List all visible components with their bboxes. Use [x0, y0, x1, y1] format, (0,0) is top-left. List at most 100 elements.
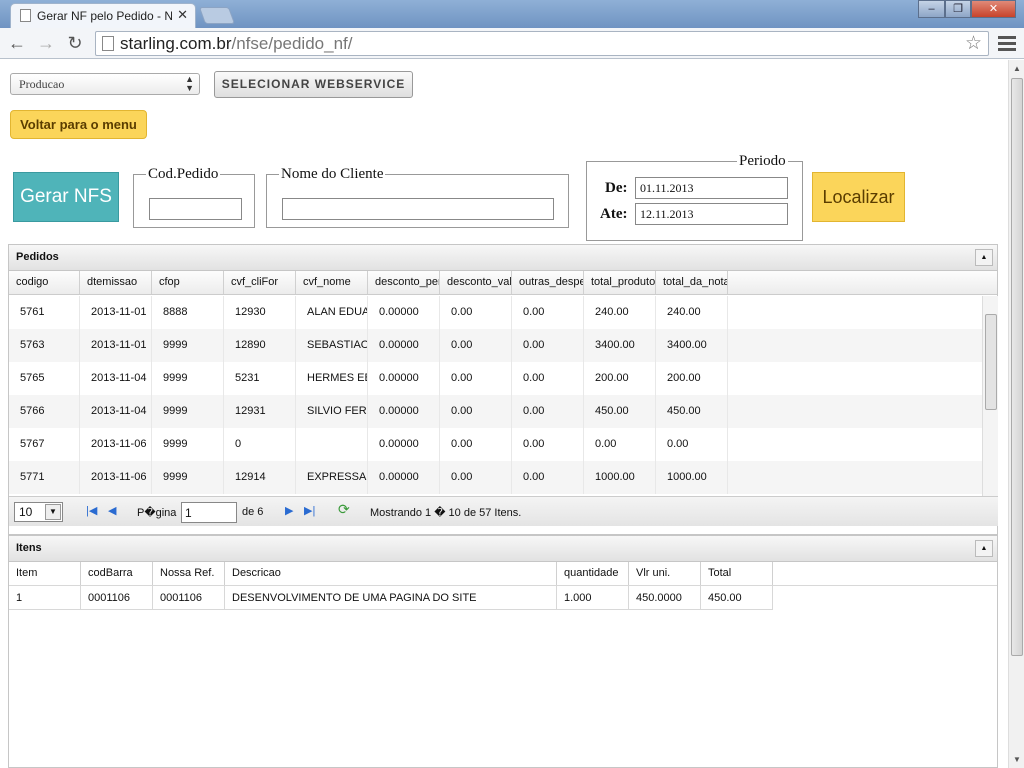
column-header-5[interactable]: desconto_per [368, 271, 440, 294]
table-row[interactable]: 5765 2013-11-04 9999 5231 HERMES EB 0.00000 0.… [9, 362, 982, 395]
table-cell [296, 428, 368, 461]
maximize-button[interactable]: ❐ [945, 0, 971, 18]
table-cell: 0001106 [81, 586, 153, 610]
pedidos-scrollbar[interactable] [982, 296, 998, 496]
de-date-input[interactable]: 01.11.2013 [635, 177, 788, 199]
pedidos-grid: Pedidos ▲ codigo dtemissao cfop cvf_cliFor c… [8, 244, 998, 535]
address-bar[interactable]: starling.com.br/nfse/pedido_nf/ ☆ [95, 31, 989, 56]
select-webservice-button[interactable]: SELECIONAR WEBSERVICE [214, 71, 413, 98]
table-cell: 2013-11-06 [80, 461, 152, 494]
next-page-icon[interactable]: ▶ [285, 504, 293, 517]
scroll-up-icon[interactable]: ▲ [1013, 64, 1021, 73]
close-tab-icon[interactable]: ✕ [177, 7, 188, 23]
reload-icon[interactable]: ↻ [64, 32, 86, 54]
column-header-5[interactable]: Vlr uni. [629, 562, 701, 585]
table-cell: 200.00 [584, 362, 656, 395]
back-to-menu-button[interactable]: Voltar para o menu [10, 110, 147, 139]
back-arrow-icon[interactable]: ← [6, 32, 28, 54]
page-scroll-thumb[interactable] [1011, 78, 1023, 656]
column-header-0[interactable]: codigo [9, 271, 80, 294]
itens-rows: 1 0001106 0001106 DESENVOLVIMENTO DE UMA PA… [9, 586, 997, 610]
environment-select-value: Producao [19, 77, 65, 91]
table-cell: SILVIO FER [296, 395, 368, 428]
column-header-1[interactable]: dtemissao [80, 271, 152, 294]
last-page-icon[interactable]: ▶| [304, 504, 315, 517]
table-cell: 0.00000 [368, 461, 440, 494]
pedidos-title: Pedidos [16, 251, 59, 263]
bookmark-star-icon[interactable]: ☆ [965, 32, 982, 55]
column-header-3[interactable]: cvf_cliFor [224, 271, 296, 294]
environment-select[interactable]: Producao ▲ ▼ [10, 73, 200, 95]
table-cell: 5771 [9, 461, 80, 494]
page-scrollbar[interactable]: ▲ ▼ [1008, 60, 1024, 768]
forward-arrow-icon[interactable]: → [35, 32, 57, 54]
browser-tab[interactable]: Gerar NF pelo Pedido - Nc ✕ [10, 3, 196, 28]
new-tab-button[interactable] [198, 7, 236, 24]
minimize-button[interactable]: – [918, 0, 945, 18]
table-cell: 0.00 [512, 395, 584, 428]
table-row[interactable]: 5766 2013-11-04 9999 12931 SILVIO FER 0.00000… [9, 395, 982, 428]
column-header-2[interactable]: Nossa Ref. [153, 562, 225, 585]
gerar-nfs-button[interactable]: Gerar NFS [13, 172, 119, 222]
table-cell: 5231 [224, 362, 296, 395]
column-header-2[interactable]: cfop [152, 271, 224, 294]
nome-cliente-legend: Nome do Cliente [281, 166, 384, 182]
column-header-4[interactable]: cvf_nome [296, 271, 368, 294]
table-cell: 9999 [152, 329, 224, 362]
url-host: starling.com.br [120, 34, 232, 53]
table-cell: 0.00 [440, 362, 512, 395]
prev-page-icon[interactable]: ◀ [108, 504, 116, 517]
table-cell: 3400.00 [584, 329, 656, 362]
page-size-select[interactable]: 10 ▼ [14, 502, 63, 522]
table-cell: 5767 [9, 428, 80, 461]
tab-title: Gerar NF pelo Pedido - Nc [37, 9, 172, 23]
refresh-icon[interactable]: ⟳ [338, 501, 350, 518]
column-header-4[interactable]: quantidade [557, 562, 629, 585]
column-header-8[interactable]: total_produtos [584, 271, 656, 294]
table-cell: 0.00 [512, 461, 584, 494]
column-header-1[interactable]: codBarra [81, 562, 153, 585]
table-row[interactable]: 5771 2013-11-06 9999 12914 EXPRESSA (0.00000… [9, 461, 982, 494]
table-cell: 8888 [152, 296, 224, 329]
table-cell: 450.00 [656, 395, 728, 428]
table-row[interactable]: 5763 2013-11-01 9999 12890 SEBASTIAO 0.00000 0… [9, 329, 982, 362]
column-header-7[interactable]: outras_despe [512, 271, 584, 294]
table-cell: 0 [224, 428, 296, 461]
column-header-6[interactable]: desconto_val [440, 271, 512, 294]
column-header-9[interactable]: total_da_nota [656, 271, 728, 294]
first-page-icon[interactable]: |◀ [86, 504, 97, 517]
cod-pedido-legend: Cod.Pedido [148, 166, 219, 182]
table-cell: 450.00 [701, 586, 773, 610]
column-header-6[interactable]: Total [701, 562, 773, 585]
page-number-input[interactable]: 1 [181, 502, 237, 523]
table-row[interactable]: 5767 2013-11-06 9999 0 0.00000 0.00 0.00 0.00 0.… [9, 428, 982, 461]
table-cell: 0.00000 [368, 362, 440, 395]
page-count: de 6 [242, 506, 264, 518]
column-header-0[interactable]: Item [9, 562, 81, 585]
page-favicon-icon [20, 9, 31, 22]
itens-header: Itens ▲ [9, 536, 997, 562]
collapse-up-icon[interactable]: ▲ [975, 249, 993, 266]
table-cell: 9999 [152, 428, 224, 461]
column-header-3[interactable]: Descricao [225, 562, 557, 585]
itens-title: Itens [16, 542, 42, 554]
close-window-button[interactable]: ✕ [971, 0, 1016, 18]
localizar-button[interactable]: Localizar [812, 172, 905, 222]
itens-column-headers: Item codBarra Nossa Ref. Descricao quantidad… [9, 562, 997, 586]
nome-cliente-input[interactable] [282, 198, 554, 220]
table-cell: 9999 [152, 362, 224, 395]
ate-date-input[interactable]: 12.11.2013 [635, 203, 788, 225]
table-cell: 450.0000 [629, 586, 701, 610]
collapse-up-icon[interactable]: ▲ [975, 540, 993, 557]
pedidos-scroll-thumb[interactable] [985, 314, 997, 410]
table-cell: 12930 [224, 296, 296, 329]
table-cell: 3400.00 [656, 329, 728, 362]
table-cell: 1 [9, 586, 81, 610]
itens-grid: Itens ▲ Item codBarra Nossa Ref. Descricao q… [8, 535, 998, 768]
table-row[interactable]: 5761 2013-11-01 8888 12930 ALAN EDUA 0.00000 0… [9, 296, 982, 329]
table-row[interactable]: 1 0001106 0001106 DESENVOLVIMENTO DE UMA PA… [9, 586, 997, 610]
table-cell: 1000.00 [656, 461, 728, 494]
scroll-down-icon[interactable]: ▼ [1013, 755, 1021, 764]
cod-pedido-input[interactable] [149, 198, 242, 220]
browser-menu-icon[interactable] [998, 33, 1016, 53]
